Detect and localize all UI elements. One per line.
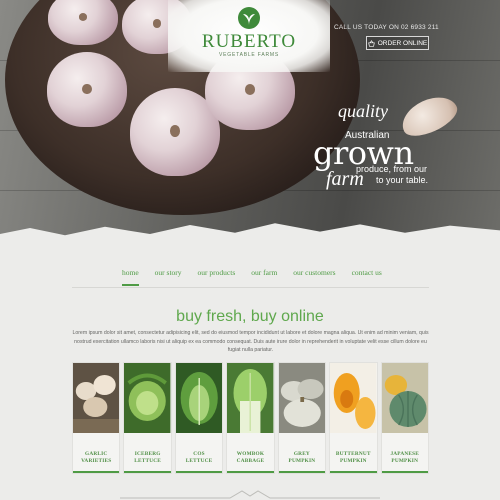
garlic-bulb: [48, 0, 118, 45]
garlic-bulb: [47, 52, 127, 127]
hero-banner: RUBERTO VEGETABLE FARMS CALL US TODAY ON…: [0, 0, 500, 245]
product-name: GREY PUMPKIN: [288, 451, 316, 464]
product-name: BUTTERNUT PUMPKIN: [335, 451, 371, 464]
main-nav: home our story our products our farm our…: [122, 268, 398, 286]
cos-lettuce-photo: [175, 363, 223, 433]
nav-item-contact-us[interactable]: contact us: [352, 268, 382, 286]
product-grid: GARLIC VARIETIES ICEBERG LETTUCE COS LET…: [72, 362, 429, 474]
nav-item-our-story[interactable]: our story: [155, 268, 182, 286]
product-card-japanese-pumpkin[interactable]: JAPANESE PUMPKIN: [380, 362, 429, 474]
japanese-pumpkin-photo: [381, 363, 428, 433]
iceberg-lettuce-photo: [124, 363, 171, 433]
product-card-iceberg-lettuce[interactable]: ICEBERG LETTUCE: [123, 362, 172, 474]
nav-item-our-products[interactable]: our products: [198, 268, 236, 286]
product-name: ICEBERG LETTUCE: [134, 451, 161, 464]
brand-name: RUBERTO: [201, 31, 297, 52]
order-online-label: ORDER ONLINE: [377, 39, 428, 47]
garlic-photo: [73, 363, 120, 433]
product-name: WOMBOK CABBAGE: [236, 451, 265, 464]
butternut-pumpkin-photo: [330, 363, 377, 433]
nav-item-our-farm[interactable]: our farm: [251, 268, 277, 286]
tagline-produce: produce, from our: [356, 164, 428, 174]
intro-text: Lorem ipsum dolor sit amet, consectetur …: [72, 330, 429, 354]
nav-item-our-customers[interactable]: our customers: [293, 268, 335, 286]
tagline-table: to your table.: [376, 175, 429, 185]
order-online-button[interactable]: ORDER ONLINE: [366, 36, 429, 50]
nav-item-home[interactable]: home: [122, 268, 139, 286]
brand-logo[interactable]: RUBERTO VEGETABLE FARMS: [168, 0, 330, 72]
product-card-grey-pumpkin[interactable]: GREY PUMPKIN: [277, 362, 327, 474]
brand-tagline: VEGETABLE FARMS: [219, 52, 279, 58]
tagline-quality: quality: [338, 101, 388, 121]
product-name: COS LETTUCE: [185, 451, 213, 464]
tagline-farm: farm: [326, 168, 364, 190]
product-card-wombok-cabbage[interactable]: WOMBOK CABBAGE: [226, 362, 275, 474]
section-heading: buy fresh, buy online: [176, 308, 324, 325]
footer-divider: [120, 490, 380, 499]
leaf-icon: [238, 7, 260, 29]
product-card-cos-lettuce[interactable]: COS LETTUCE: [174, 362, 224, 474]
product-name: GARLIC VARIETIES: [81, 451, 112, 464]
wombok-cabbage-photo: [227, 363, 274, 433]
grey-pumpkin-photo: [278, 363, 326, 433]
product-card-butternut-pumpkin[interactable]: BUTTERNUT PUMPKIN: [329, 362, 378, 474]
product-card-garlic[interactable]: GARLIC VARIETIES: [72, 362, 121, 474]
product-name: JAPANESE PUMPKIN: [390, 451, 420, 464]
nav-divider: [72, 287, 429, 288]
torn-paper-edge: [0, 223, 500, 245]
call-us-text: CALL US TODAY ON 02 6933 211: [334, 24, 439, 31]
basket-icon: [368, 39, 375, 47]
